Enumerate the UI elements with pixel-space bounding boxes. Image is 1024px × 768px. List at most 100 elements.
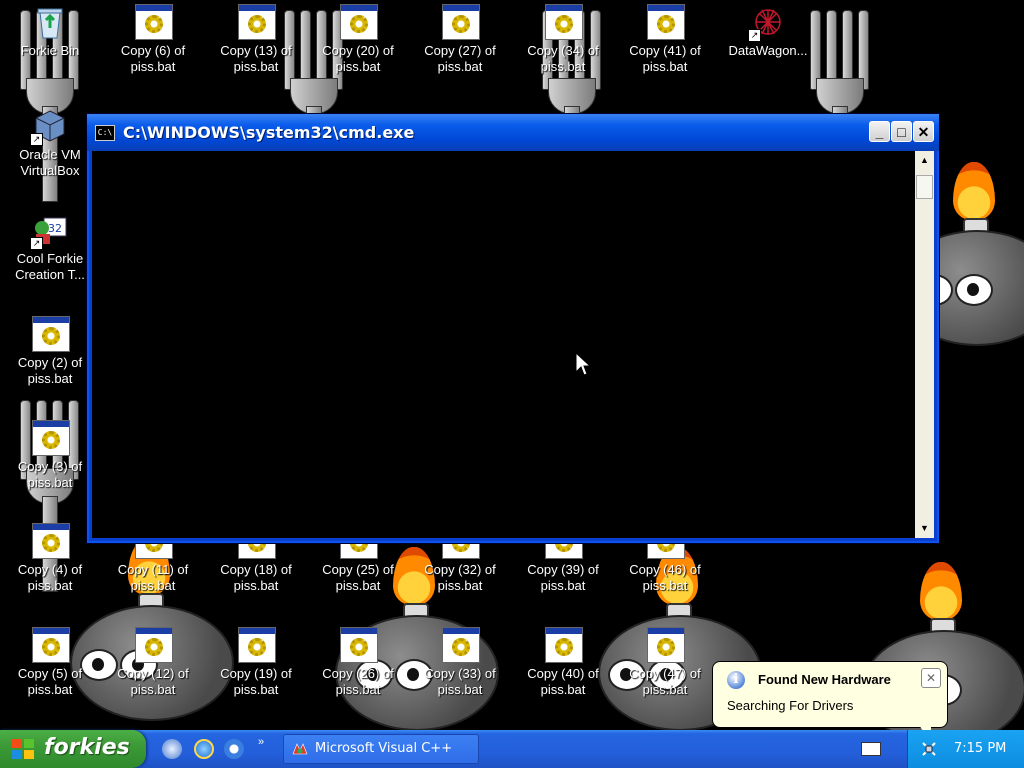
taskbar-item-visual-cpp[interactable]: Microsoft Visual C++ bbox=[283, 734, 479, 764]
desktop-icon-bat-file[interactable]: Copy (27) of piss.bat bbox=[412, 4, 508, 75]
desktop-icon-label: Copy (32) of piss.bat bbox=[424, 562, 496, 593]
desktop-icon-label: Cool Forkie Creation T... bbox=[15, 251, 85, 282]
vertical-scrollbar[interactable]: ▲ ▼ bbox=[915, 151, 934, 538]
desktop-icon-datawagon[interactable]: ↗ DataWagon... bbox=[720, 4, 816, 59]
new-hardware-icon[interactable] bbox=[920, 740, 938, 758]
desktop-icon-bat-file[interactable]: Copy (20) of piss.bat bbox=[310, 4, 406, 75]
virtualbox-icon: ↗ bbox=[30, 108, 68, 146]
batch-file-icon bbox=[32, 627, 70, 663]
batch-file-icon bbox=[32, 316, 70, 352]
clock[interactable]: 7:15 PM bbox=[954, 741, 1006, 756]
desktop-icon-bat-file[interactable]: Copy (5) of piss.bat bbox=[2, 627, 98, 698]
mouse-cursor-icon bbox=[575, 351, 592, 383]
desktop-icon-label: Copy (25) of piss.bat bbox=[322, 562, 394, 593]
desktop-icon-label: Forkie Bin bbox=[20, 43, 80, 58]
desktop-icon-bat-file[interactable]: Copy (6) of piss.bat bbox=[105, 4, 201, 75]
quick-launch-overflow-button[interactable]: » bbox=[258, 736, 264, 748]
taskbar: forkies » Microsoft Visual C++ 7:15 PM bbox=[0, 730, 1024, 768]
desktop-icon-label: Copy (26) of piss.bat bbox=[322, 666, 394, 697]
batch-file-icon bbox=[32, 420, 70, 456]
datawagon-icon: ↗ bbox=[748, 4, 786, 42]
batch-file-icon bbox=[238, 627, 276, 663]
cmd-window[interactable]: C:\ C:\WINDOWS\system32\cmd.exe _ □ ✕ ▲ … bbox=[86, 113, 940, 544]
svg-text:32: 32 bbox=[48, 222, 62, 235]
batch-file-icon bbox=[340, 4, 378, 40]
desktop-icon-label: Copy (18) of piss.bat bbox=[220, 562, 292, 593]
shortcut-arrow-icon: ↗ bbox=[748, 29, 761, 42]
notification-close-button[interactable]: ✕ bbox=[921, 668, 941, 688]
forkie-creation-icon: 32 ↗ bbox=[30, 212, 68, 250]
desktop-icon-bat-file[interactable]: Copy (47) of piss.bat bbox=[617, 627, 713, 698]
windows-flag-icon bbox=[12, 739, 34, 759]
desktop-icon-label: Copy (19) of piss.bat bbox=[220, 666, 292, 697]
desktop-icon-label: Copy (11) of piss.bat bbox=[117, 562, 189, 593]
desktop-icon-label: Copy (12) of piss.bat bbox=[117, 666, 189, 697]
batch-file-icon bbox=[442, 4, 480, 40]
shortcut-arrow-icon: ↗ bbox=[30, 133, 43, 146]
desktop-icon-label: Copy (3) of piss.bat bbox=[17, 459, 83, 490]
internet-explorer-icon[interactable] bbox=[194, 739, 214, 759]
desktop-icon-label: Copy (34) of piss.bat bbox=[527, 43, 599, 74]
batch-file-icon bbox=[647, 627, 685, 663]
close-button[interactable]: ✕ bbox=[913, 121, 934, 142]
desktop-icon-bat-file[interactable]: Copy (12) of piss.bat bbox=[105, 627, 201, 698]
desktop-icon-bat-file[interactable]: Copy (34) of piss.bat bbox=[515, 4, 611, 75]
batch-file-icon bbox=[545, 627, 583, 663]
desktop-icon-bat-file[interactable]: Copy (2) of piss.bat bbox=[2, 316, 98, 387]
keyboard-language-icon[interactable] bbox=[861, 742, 881, 756]
recycle-bin-icon bbox=[32, 4, 68, 40]
desktop-icon-bat-file[interactable]: Copy (19) of piss.bat bbox=[208, 627, 304, 698]
desktop-icon-label: DataWagon... bbox=[728, 43, 808, 58]
start-label: forkies bbox=[44, 735, 130, 760]
desktop-icon-bat-file[interactable]: Copy (4) of piss.bat bbox=[2, 523, 98, 594]
batch-file-icon bbox=[32, 523, 70, 559]
desktop-icon-bat-file[interactable]: Copy (33) of piss.bat bbox=[412, 627, 508, 698]
window-title: C:\WINDOWS\system32\cmd.exe bbox=[123, 123, 415, 142]
start-button[interactable]: forkies bbox=[0, 730, 146, 768]
desktop-icon-label: Copy (27) of piss.bat bbox=[424, 43, 496, 74]
batch-file-icon bbox=[647, 4, 685, 40]
desktop-icon-label: Copy (33) of piss.bat bbox=[424, 666, 496, 697]
desktop-icon-label: Copy (5) of piss.bat bbox=[17, 666, 83, 697]
desktop-icon-label: Copy (39) of piss.bat bbox=[527, 562, 599, 593]
notification-balloon[interactable]: i Found New Hardware Searching For Drive… bbox=[712, 661, 948, 743]
batch-file-icon bbox=[340, 627, 378, 663]
desktop-icon-bat-file[interactable]: Copy (26) of piss.bat bbox=[310, 627, 406, 698]
media-player-icon[interactable] bbox=[224, 739, 244, 759]
taskbar-item-label: Microsoft Visual C++ bbox=[315, 741, 453, 756]
scroll-thumb[interactable] bbox=[916, 175, 933, 199]
desktop-icon-bat-file[interactable]: Copy (41) of piss.bat bbox=[617, 4, 713, 75]
show-desktop-icon[interactable] bbox=[162, 739, 182, 759]
desktop-icon-forkie-bin[interactable]: Forkie Bin bbox=[2, 4, 98, 59]
batch-file-icon bbox=[238, 4, 276, 40]
desktop-icon-bat-file[interactable]: Copy (40) of piss.bat bbox=[515, 627, 611, 698]
batch-file-icon bbox=[135, 627, 173, 663]
info-icon: i bbox=[727, 671, 745, 689]
desktop-icon-bat-file[interactable]: Copy (13) of piss.bat bbox=[208, 4, 304, 75]
maximize-button[interactable]: □ bbox=[891, 121, 912, 142]
cmd-app-icon[interactable]: C:\ bbox=[95, 125, 115, 141]
desktop-icon-label: Copy (40) of piss.bat bbox=[527, 666, 599, 697]
desktop-icon-label: Copy (47) of piss.bat bbox=[629, 666, 701, 697]
desktop-icon-label: Copy (20) of piss.bat bbox=[322, 43, 394, 74]
desktop-icon-forkie-creation[interactable]: 32 ↗ Cool Forkie Creation T... bbox=[2, 212, 98, 283]
shortcut-arrow-icon: ↗ bbox=[30, 237, 43, 250]
desktop-icon-label: Copy (4) of piss.bat bbox=[17, 562, 83, 593]
window-titlebar[interactable]: C:\ C:\WINDOWS\system32\cmd.exe _ □ ✕ bbox=[87, 114, 939, 151]
notification-message: Searching For Drivers bbox=[727, 698, 854, 713]
desktop-icon-label: Copy (46) of piss.bat bbox=[629, 562, 701, 593]
desktop-icon-bat-file[interactable]: Copy (3) of piss.bat bbox=[2, 420, 98, 491]
batch-file-icon bbox=[545, 4, 583, 40]
desktop-icon-virtualbox[interactable]: ↗ Oracle VM VirtualBox bbox=[2, 108, 98, 179]
scroll-down-button[interactable]: ▼ bbox=[916, 520, 933, 537]
visual-cpp-icon bbox=[291, 742, 309, 756]
desktop-icon-label: Copy (2) of piss.bat bbox=[17, 355, 83, 386]
console-output-area[interactable] bbox=[92, 151, 915, 538]
system-tray: 7:15 PM bbox=[907, 730, 1024, 768]
desktop-icon-label: Copy (13) of piss.bat bbox=[220, 43, 292, 74]
batch-file-icon bbox=[442, 627, 480, 663]
desktop-icon-label: Copy (6) of piss.bat bbox=[120, 43, 186, 74]
scroll-up-button[interactable]: ▲ bbox=[916, 152, 933, 169]
desktop-icon-label: Copy (41) of piss.bat bbox=[629, 43, 701, 74]
minimize-button[interactable]: _ bbox=[869, 121, 890, 142]
